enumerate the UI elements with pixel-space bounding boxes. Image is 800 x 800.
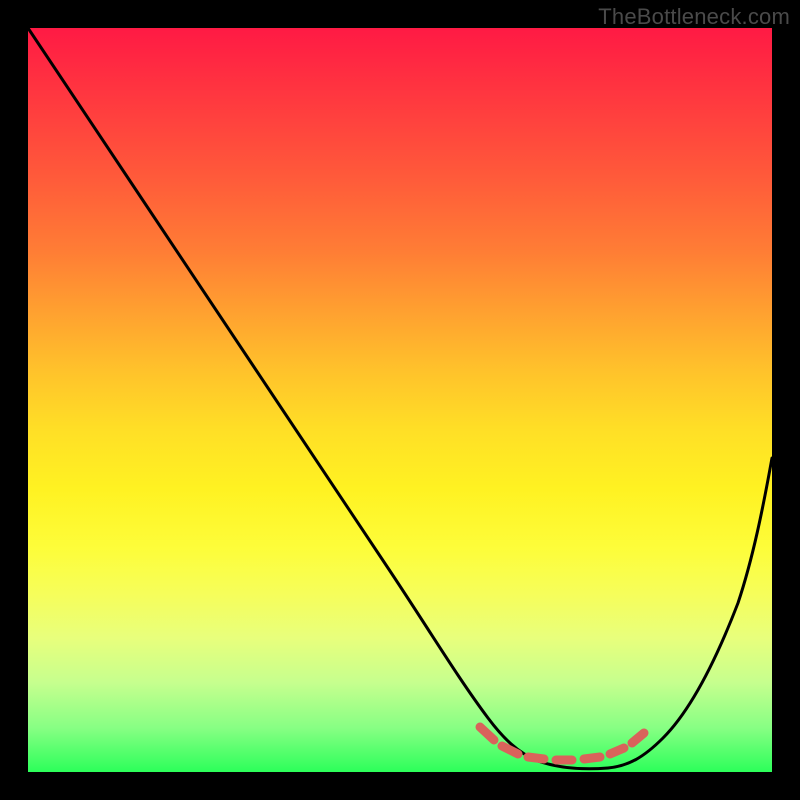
chart-svg [28,28,772,772]
plot-area [28,28,772,772]
safe-zone-dashes [480,727,644,760]
bottleneck-curve [28,28,772,769]
watermark-label: TheBottleneck.com [598,4,790,30]
chart-frame: TheBottleneck.com [0,0,800,800]
